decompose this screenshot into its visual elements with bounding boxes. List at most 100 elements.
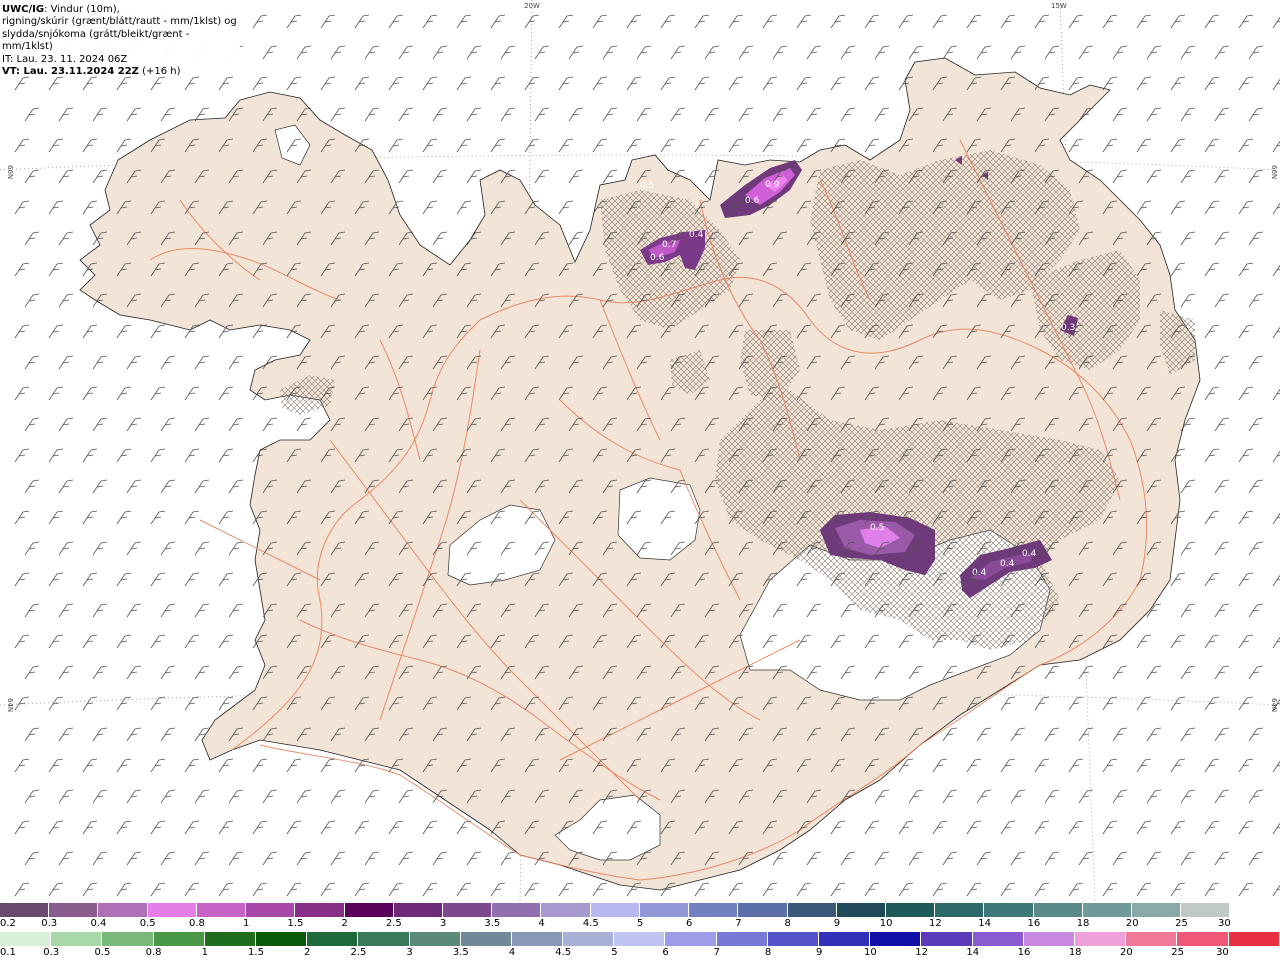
legend-swatch xyxy=(1033,903,1083,917)
legend-label: 16 xyxy=(1017,947,1031,958)
precip-value: 0.4 xyxy=(1000,559,1015,569)
legend-label: 8 xyxy=(784,918,791,929)
legend-swatch xyxy=(819,932,871,946)
description-line-3: slydda/snjókoma (grátt/bleikt/grænt - mm… xyxy=(2,28,190,53)
legend-snow-colorbar xyxy=(0,903,1280,917)
legend-swatch xyxy=(787,903,837,917)
precip-value: 0.7 xyxy=(662,240,676,250)
legend-label: 9 xyxy=(816,947,823,958)
legend-label: 18 xyxy=(1068,947,1082,958)
map-info-box: UWC/IG: Vindur (10m), rigning/skúrir (gr… xyxy=(0,0,240,78)
legend-label: 0.3 xyxy=(41,918,58,929)
legend-label: 25 xyxy=(1171,947,1184,958)
legend-label: 7 xyxy=(713,947,720,958)
legend-swatch xyxy=(1132,903,1182,917)
legend-label: 25 xyxy=(1175,918,1188,929)
legend-label: 2 xyxy=(304,947,311,958)
legend-swatch xyxy=(358,932,410,946)
legend-swatch xyxy=(492,903,542,917)
precip-value: 0.6 xyxy=(745,196,760,206)
legend-swatch xyxy=(0,903,50,917)
legend-label: 3 xyxy=(439,918,447,929)
legend-swatch xyxy=(409,932,461,946)
legend-rain-labels: 0.1 0.3 0.5 0.8 1 1.5 2 2.5 3 3.5 4 4.5 5 6 7 8 9 10 12 14 1… xyxy=(0,946,1280,960)
precip-value: 0.5 xyxy=(640,181,654,191)
legend-label: 0.3 xyxy=(43,947,60,958)
legend-swatch xyxy=(344,903,394,917)
legend-label: 0.5 xyxy=(139,918,156,929)
lat-label-66n-right: 66N xyxy=(1270,165,1278,179)
legend-label: 14 xyxy=(966,947,980,958)
legend-rain: 0.1 0.3 0.5 0.8 1 1.5 2 2.5 3 3.5 4 4.5 5 6 7 8 9 10 12 14 1… xyxy=(0,932,1280,961)
legend-swatch xyxy=(541,903,591,917)
lat-label-64n: 64N xyxy=(6,698,14,712)
legend-label: 6 xyxy=(662,947,669,958)
legend-swatch xyxy=(196,903,247,917)
legend-label: 30 xyxy=(1216,947,1229,958)
legend-swatch xyxy=(1228,932,1280,946)
legend-swatch xyxy=(885,903,936,917)
legend-swatch xyxy=(147,903,197,917)
legend-label: 5 xyxy=(611,947,618,958)
description: : Vindur (10m), xyxy=(44,4,120,15)
legend-label: 1.5 xyxy=(248,947,264,958)
legend-label: 1 xyxy=(242,918,250,929)
legend-label: 7 xyxy=(735,918,742,929)
legend-label: 0.8 xyxy=(188,918,205,929)
legend-label: 2 xyxy=(341,918,348,929)
legend-label: 14 xyxy=(978,918,991,929)
legend-snow-labels: 0.2 0.3 0.4 0.5 0.8 1 1.5 2 2.5 3 3.5 4 4.5 5 6 7 8 9 10 12… xyxy=(0,917,1280,931)
legend-swatch xyxy=(1230,903,1280,917)
legend-swatch xyxy=(665,932,717,946)
model-name: UWC/IG xyxy=(2,4,45,15)
legend-label: 2.5 xyxy=(385,918,402,929)
valid-time: VT: Lau. 23.11.2024 22Z xyxy=(2,66,139,78)
legend-label: 8 xyxy=(764,947,772,958)
legend-swatch xyxy=(204,932,256,946)
legend-swatch xyxy=(689,903,739,917)
legend-label: 30 xyxy=(1218,918,1231,929)
legend-swatch xyxy=(246,903,296,917)
legend-label: 10 xyxy=(864,947,877,958)
legend-swatch xyxy=(98,903,148,917)
legend-swatch xyxy=(1074,932,1127,946)
legend-label: 12 xyxy=(929,918,942,929)
legend-label: 0.8 xyxy=(145,947,162,958)
legend-label: 4.5 xyxy=(555,947,572,958)
legend-swatch xyxy=(870,932,922,946)
legend-swatch xyxy=(590,903,640,917)
legend-swatch xyxy=(836,903,886,917)
precip-value: 0.5 xyxy=(870,523,884,533)
legend-label: 1 xyxy=(201,947,208,958)
legend-label: 1.5 xyxy=(287,918,304,929)
legend-swatch xyxy=(393,903,443,917)
legend-swatch xyxy=(307,932,359,946)
legend-swatch xyxy=(511,932,564,946)
legend-label: 20 xyxy=(1120,947,1133,958)
legend-swatch xyxy=(935,903,985,917)
legend-swatch xyxy=(1177,932,1229,946)
legend-swatch xyxy=(1082,903,1133,917)
precip-value: 0.4 xyxy=(689,230,704,240)
legend-label: 5 xyxy=(636,918,644,929)
legend-label: 4.5 xyxy=(582,918,599,929)
lat-label-64n-right: 64N xyxy=(1270,698,1278,712)
legend-swatch xyxy=(738,903,788,917)
legend-swatch xyxy=(255,932,308,946)
precip-value: 0.6 xyxy=(650,253,665,263)
init-time: IT: Lau. 23. 11. 2024 06Z xyxy=(2,53,128,65)
lon-label-20w: 20W xyxy=(524,2,540,10)
legend-label: 0.2 xyxy=(0,918,16,929)
legend-label: 3 xyxy=(406,947,413,958)
legend-label: 10 xyxy=(879,918,893,929)
legend-swatch xyxy=(49,903,99,917)
legend-swatch xyxy=(0,932,52,946)
valid-time-line: VT: Lau. 23.11.2024 22Z (+16 h) xyxy=(2,66,238,78)
legend-label: 4 xyxy=(538,918,545,929)
legend-label: 16 xyxy=(1027,918,1041,929)
legend-label: 12 xyxy=(915,947,928,958)
legend-swatch xyxy=(563,932,615,946)
legend-swatch xyxy=(295,903,345,917)
legend-label: 0.4 xyxy=(90,918,107,929)
legend-swatch xyxy=(153,932,205,946)
